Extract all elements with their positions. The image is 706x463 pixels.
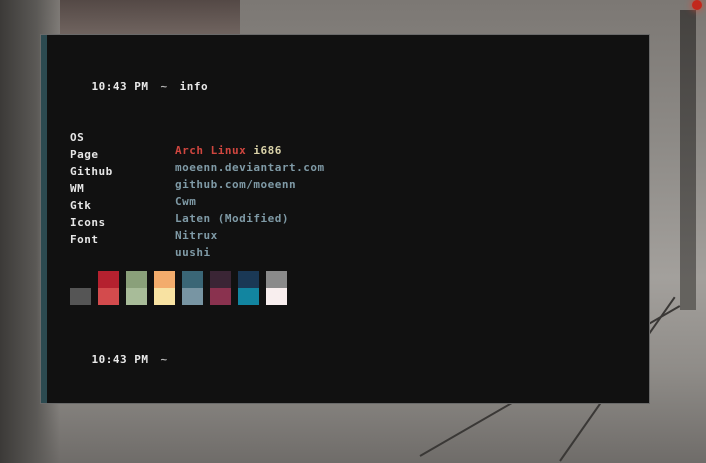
prompt-tilde: ~ — [160, 80, 168, 93]
wallpaper-top-shape — [60, 0, 240, 36]
prompt-line-1: 10:43 PM ~ info — [63, 67, 208, 106]
color-swatch-bottom-4 — [182, 288, 203, 305]
color-swatch-top-1 — [98, 271, 119, 288]
info-label: Font — [70, 233, 99, 246]
wallpaper-signal-light — [692, 0, 702, 10]
info-value: uushi — [175, 246, 211, 259]
prompt-command: info — [179, 80, 209, 93]
prompt-time: 10:43 PM — [91, 80, 149, 93]
color-swatch-top-6 — [238, 271, 259, 288]
info-row-font: Font uushi — [41, 220, 649, 272]
color-swatch-bottom-1 — [98, 288, 119, 305]
color-swatch-top-0 — [70, 271, 91, 288]
prompt-time: 10:43 PM — [91, 353, 149, 366]
prompt-tilde: ~ — [160, 353, 168, 366]
color-swatch-bottom-6 — [238, 288, 259, 305]
wallpaper-pole — [680, 10, 696, 310]
color-swatch-bottom-7 — [266, 288, 287, 305]
color-swatch-bottom-5 — [210, 288, 231, 305]
color-swatch-bottom-2 — [126, 288, 147, 305]
color-swatch-top-2 — [126, 271, 147, 288]
color-swatch-bottom-3 — [154, 288, 175, 305]
color-swatch-top-4 — [182, 271, 203, 288]
color-swatch-top-5 — [210, 271, 231, 288]
color-swatch-top-7 — [266, 271, 287, 288]
color-swatch-top-3 — [154, 271, 175, 288]
prompt-line-2: 10:43 PM ~ — [63, 340, 168, 379]
color-swatch-bottom-0 — [70, 288, 91, 305]
terminal-window[interactable]: 10:43 PM ~ info OS Arch Linux i686 Page mo… — [40, 34, 650, 404]
